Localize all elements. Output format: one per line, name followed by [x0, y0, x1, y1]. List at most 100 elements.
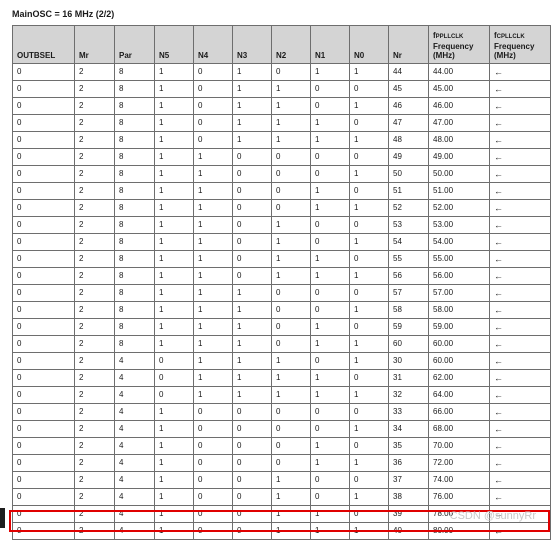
cell-mr: 2	[74, 437, 115, 455]
cell-outbsel: 0	[12, 352, 75, 370]
cell-nr: 40	[388, 522, 429, 540]
cell-fppllclk: 49.00	[428, 148, 490, 166]
cell-par: 8	[114, 301, 155, 319]
cell-n0: 0	[349, 182, 389, 200]
cell-mr: 2	[74, 522, 115, 540]
cell-par: 4	[114, 522, 155, 540]
cell-n5: 1	[154, 80, 194, 98]
cell-par: 4	[114, 505, 155, 523]
cell-n2: 1	[271, 267, 311, 285]
cell-par: 8	[114, 267, 155, 285]
cell-nr: 37	[388, 471, 429, 489]
cell-mr: 2	[74, 352, 115, 370]
cell-outbsel: 0	[12, 131, 75, 149]
cell-nr: 36	[388, 454, 429, 472]
cell-fppllclk: 51.00	[428, 182, 490, 200]
cell-n2: 1	[271, 114, 311, 132]
cell-n4: 1	[193, 284, 233, 302]
col-header-fcpllclk: fCPLLCLK Frequency (MHz)	[489, 25, 551, 64]
col-header-n2: N2	[271, 25, 311, 64]
cell-n2: 1	[271, 352, 311, 370]
cell-n3: 0	[232, 250, 272, 268]
cell-n5: 1	[154, 522, 194, 540]
cell-outbsel: 0	[12, 369, 75, 387]
cell-n3: 1	[232, 63, 272, 81]
cell-n2: 0	[271, 165, 311, 183]
cell-n5: 1	[154, 335, 194, 353]
cell-n4: 1	[193, 335, 233, 353]
cell-n3: 0	[232, 165, 272, 183]
cell-mr: 2	[74, 284, 115, 302]
cell-par: 4	[114, 403, 155, 421]
table-row: 0 2 8 1 1 0 0 0 1 50 50.00 ←	[12, 165, 551, 183]
cell-n0: 1	[349, 131, 389, 149]
cell-n2: 1	[271, 216, 311, 234]
cell-fcpllclk: ←	[489, 80, 551, 98]
cell-n1: 1	[310, 63, 350, 81]
cell-nr: 53	[388, 216, 429, 234]
cell-nr: 45	[388, 80, 429, 98]
cell-n0: 0	[349, 369, 389, 387]
cell-outbsel: 0	[12, 250, 75, 268]
cell-n3: 1	[232, 352, 272, 370]
cell-n5: 0	[154, 386, 194, 404]
table-caption: MainOSC = 16 MHz (2/2)	[12, 9, 115, 19]
cell-n4: 1	[193, 369, 233, 387]
cell-n5: 1	[154, 148, 194, 166]
cell-n5: 1	[154, 267, 194, 285]
cell-n5: 1	[154, 403, 194, 421]
col-header-n3: N3	[232, 25, 272, 64]
fcpllclk-frequency: Frequency	[494, 42, 535, 51]
cell-fppllclk: 64.00	[428, 386, 490, 404]
cell-par: 4	[114, 420, 155, 438]
table-row: 0 2 8 1 1 1 0 0 1 58 58.00 ←	[12, 301, 551, 319]
cell-n1: 0	[310, 284, 350, 302]
cell-n3: 1	[232, 131, 272, 149]
cell-nr: 47	[388, 114, 429, 132]
cell-par: 8	[114, 216, 155, 234]
fcpllclk-unit: (MHz)	[494, 51, 516, 60]
cell-fppllclk: 54.00	[428, 233, 490, 251]
cell-n0: 0	[349, 403, 389, 421]
scroll-marker	[0, 508, 5, 528]
table-row: 0 2 8 1 1 0 0 0 0 49 49.00 ←	[12, 148, 551, 166]
cell-outbsel: 0	[12, 471, 75, 489]
cell-fcpllclk: ←	[489, 318, 551, 336]
cell-n1: 1	[310, 250, 350, 268]
cell-fcpllclk: ←	[489, 301, 551, 319]
cell-nr: 49	[388, 148, 429, 166]
cell-fcpllclk: ←	[489, 199, 551, 217]
cell-fppllclk: 56.00	[428, 267, 490, 285]
cell-fppllclk: 78.00	[428, 505, 490, 523]
cell-par: 8	[114, 165, 155, 183]
cell-fcpllclk: ←	[489, 284, 551, 302]
cell-fcpllclk: ←	[489, 182, 551, 200]
cell-n0: 0	[349, 437, 389, 455]
cell-n0: 1	[349, 165, 389, 183]
table-row: 0 2 8 1 1 1 0 0 0 57 57.00 ←	[12, 284, 551, 302]
cell-fcpllclk: ←	[489, 250, 551, 268]
table-row: 0 2 8 1 1 1 0 1 0 59 59.00 ←	[12, 318, 551, 336]
cell-n4: 1	[193, 165, 233, 183]
cell-nr: 60	[388, 335, 429, 353]
cell-n0: 1	[349, 420, 389, 438]
cell-n2: 0	[271, 63, 311, 81]
cell-n2: 0	[271, 182, 311, 200]
cell-n5: 1	[154, 63, 194, 81]
cell-n3: 0	[232, 216, 272, 234]
cell-nr: 57	[388, 284, 429, 302]
table-row-highlighted: 0 2 4 1 0 0 1 1 1 40 80.00 ←	[12, 522, 551, 540]
table-row: 0 2 4 1 0 0 0 1 1 36 72.00 ←	[12, 454, 551, 472]
cell-n2: 1	[271, 250, 311, 268]
cell-n2: 0	[271, 335, 311, 353]
cell-nr: 44	[388, 63, 429, 81]
cell-n2: 1	[271, 131, 311, 149]
cell-n4: 0	[193, 97, 233, 115]
cell-fcpllclk: ←	[489, 471, 551, 489]
cell-n3: 0	[232, 403, 272, 421]
cell-n1: 0	[310, 165, 350, 183]
cell-outbsel: 0	[12, 182, 75, 200]
cell-n3: 1	[232, 386, 272, 404]
cell-par: 8	[114, 233, 155, 251]
cell-n2: 0	[271, 318, 311, 336]
